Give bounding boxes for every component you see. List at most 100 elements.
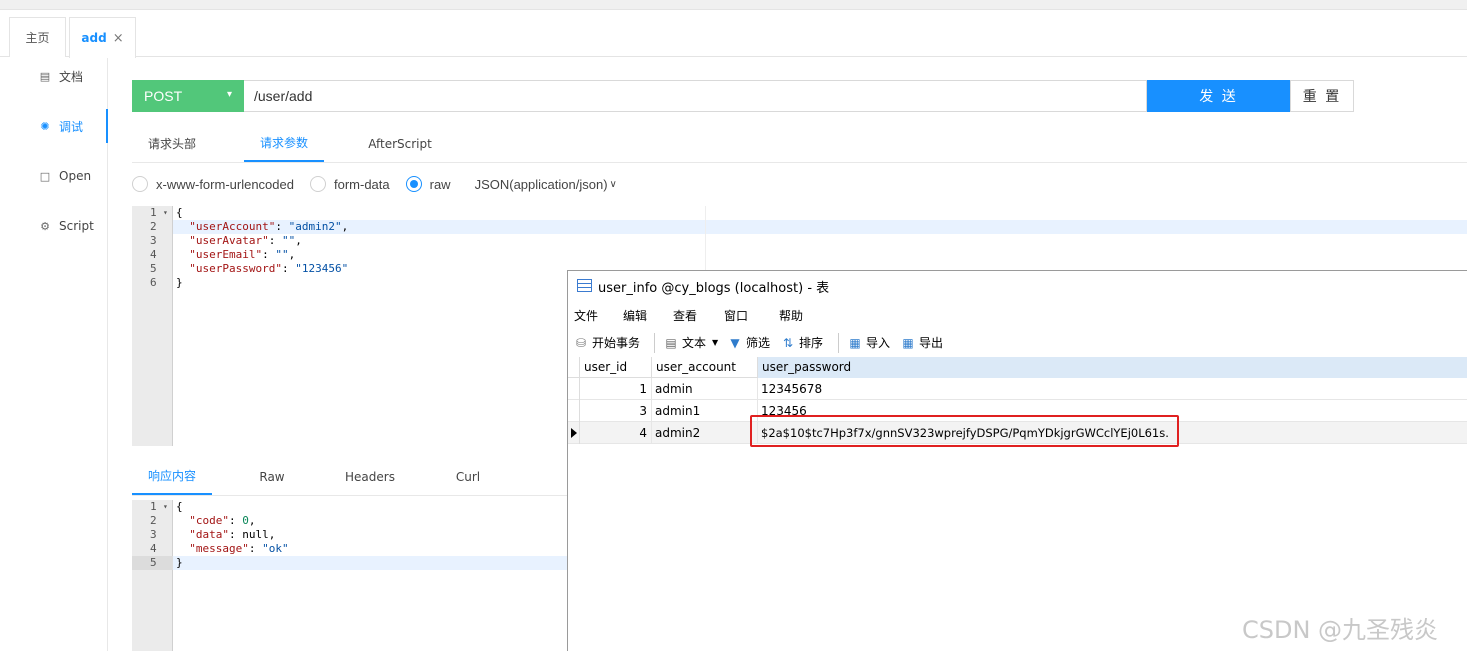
data-grid: user_id user_account user_password 1 adm… (568, 357, 1467, 652)
line-number: 4 (150, 542, 157, 555)
table-row[interactable]: 1 admin 12345678 (568, 378, 1467, 400)
chevron-down-icon: ▾ (226, 89, 232, 100)
line-number: 5 (132, 556, 173, 570)
request-tabs: 请求头部 请求参数 AfterScript (132, 125, 1467, 163)
code-line: } (176, 276, 183, 289)
menu-edit[interactable]: 编辑 (623, 307, 647, 324)
menu-help[interactable]: 帮助 (779, 307, 803, 324)
filter-button[interactable]: ▼ 筛选 (728, 334, 770, 351)
menu-window[interactable]: 窗口 (724, 307, 748, 324)
reset-button[interactable]: 重 置 (1290, 80, 1354, 112)
export-button[interactable]: ▦ 导出 (901, 334, 943, 351)
tab-request-headers[interactable]: 请求头部 (132, 125, 212, 162)
menu-view[interactable]: 查看 (673, 307, 697, 324)
content-type-select[interactable]: JSON(application/json) (475, 177, 608, 192)
import-icon: ▦ (849, 335, 861, 350)
tab-response-headers[interactable]: Headers (330, 458, 410, 495)
export-icon: ▦ (902, 335, 914, 350)
toolbar-separator (838, 333, 839, 353)
row-selector[interactable] (568, 378, 580, 400)
column-header[interactable]: user_password (758, 357, 1467, 378)
body-type-radios: x-www-form-urlencoded form-data raw JSON… (132, 172, 617, 196)
tab-response-content[interactable]: 响应内容 (132, 458, 212, 495)
row-selector[interactable] (568, 422, 580, 444)
sidebar-item-debug[interactable]: ✺ 调试 (0, 109, 108, 143)
line-number: 4 (150, 248, 157, 261)
fold-icon[interactable]: ▾ (163, 500, 168, 514)
code-line: "userPassword": "123456" (176, 262, 349, 275)
file-icon: □ (39, 169, 51, 183)
method-value: POST (144, 88, 183, 104)
cell-user-id[interactable]: 3 (580, 400, 652, 422)
cell-user-account[interactable]: admin1 (652, 400, 758, 422)
row-selector[interactable] (568, 400, 580, 422)
sidebar-item-label: 调试 (59, 119, 84, 134)
current-row-pointer-icon (571, 428, 577, 438)
radio-urlencoded-label: x-www-form-urlencoded (156, 176, 294, 192)
fold-icon[interactable]: ▾ (163, 206, 168, 220)
tab-home-label: 主页 (25, 31, 50, 45)
begin-transaction-button[interactable]: ⛁ 开始事务 (574, 334, 640, 351)
cell-user-id[interactable]: 4 (580, 422, 652, 444)
table-icon (577, 279, 592, 292)
radio-raw[interactable] (405, 176, 422, 192)
chevron-down-icon: ▼ (712, 338, 719, 347)
sidebar-item-open[interactable]: □ Open (0, 159, 108, 193)
bug-icon: ✺ (40, 119, 50, 133)
cell-user-id[interactable]: 1 (580, 378, 652, 400)
code-line: "message": "ok" (176, 542, 289, 555)
tab-add[interactable]: add × (69, 17, 136, 58)
sort-button[interactable]: ⇅ 排序 (781, 334, 823, 351)
column-header[interactable]: user_account (652, 357, 758, 378)
close-icon[interactable]: × (113, 31, 124, 46)
filter-icon: ▼ (730, 335, 740, 350)
toolbar-label: 导入 (866, 336, 891, 350)
code-line: "data": null, (176, 528, 276, 541)
method-select[interactable]: POST ▾ (132, 80, 244, 112)
code-line: { (176, 206, 183, 219)
tab-response-curl[interactable]: Curl (428, 458, 508, 495)
toolbar-label: 排序 (799, 336, 824, 350)
toolbar-label: 文本 (682, 336, 707, 350)
sidebar-item-label: 文档 (59, 69, 84, 84)
top-strip (0, 0, 1467, 10)
cell-user-password[interactable]: 12345678 (758, 378, 1467, 400)
active-line-highlight (173, 220, 1467, 234)
send-button[interactable]: 发 送 (1147, 80, 1290, 112)
window-menubar: 文件 编辑 查看 窗口 帮助 (568, 303, 1467, 325)
database-icon: ⛁ (575, 335, 587, 350)
response-body-editor[interactable]: 1 2 3 4 5 ▾ { "code": 0, "data": null, "… (132, 500, 567, 651)
menu-file[interactable]: 文件 (574, 307, 598, 324)
cell-user-account[interactable]: admin (652, 378, 758, 400)
radio-form-data[interactable] (309, 176, 326, 192)
gear-icon: ⚙ (40, 219, 50, 233)
window-title: user_info @cy_blogs (localhost) - 表 (598, 280, 830, 296)
url-input[interactable]: /user/add (244, 80, 1147, 112)
sidebar-item-label: Open (59, 169, 92, 183)
cell-user-account[interactable]: admin2 (652, 422, 758, 444)
import-button[interactable]: ▦ 导入 (848, 334, 890, 351)
line-number: 2 (150, 220, 157, 233)
column-header[interactable]: user_id (580, 357, 652, 378)
radio-urlencoded[interactable] (132, 176, 148, 192)
response-tabs: 响应内容 Raw Headers Curl (132, 458, 567, 496)
page-tabbar: 主页 add × (0, 10, 1467, 58)
sidebar-item-docs[interactable]: ▤ 文档 (0, 59, 108, 93)
code-line: "userAccount": "admin2", (176, 220, 349, 233)
tab-home[interactable]: 主页 (9, 17, 66, 57)
tab-response-raw[interactable]: Raw (232, 458, 312, 495)
tab-afterscript[interactable]: AfterScript (360, 125, 440, 162)
code-line: "userAvatar": "", (176, 234, 302, 247)
text-button[interactable]: ▤ 文本 ▼ (664, 334, 718, 351)
code-line: } (176, 556, 183, 569)
line-number: 5 (150, 262, 157, 275)
line-number: 3 (150, 234, 157, 247)
chevron-down-icon: ∨ (609, 178, 617, 190)
db-table-window: user_info @cy_blogs (localhost) - 表 文件 编… (567, 270, 1467, 651)
highlight-annotation-box (750, 415, 1179, 447)
document-icon: ▤ (39, 69, 51, 83)
tab-request-params[interactable]: 请求参数 (244, 125, 324, 162)
sidebar-item-script[interactable]: ⚙ Script (0, 209, 108, 243)
code-line: { (176, 500, 183, 513)
window-titlebar: user_info @cy_blogs (localhost) - 表 (568, 271, 1467, 301)
